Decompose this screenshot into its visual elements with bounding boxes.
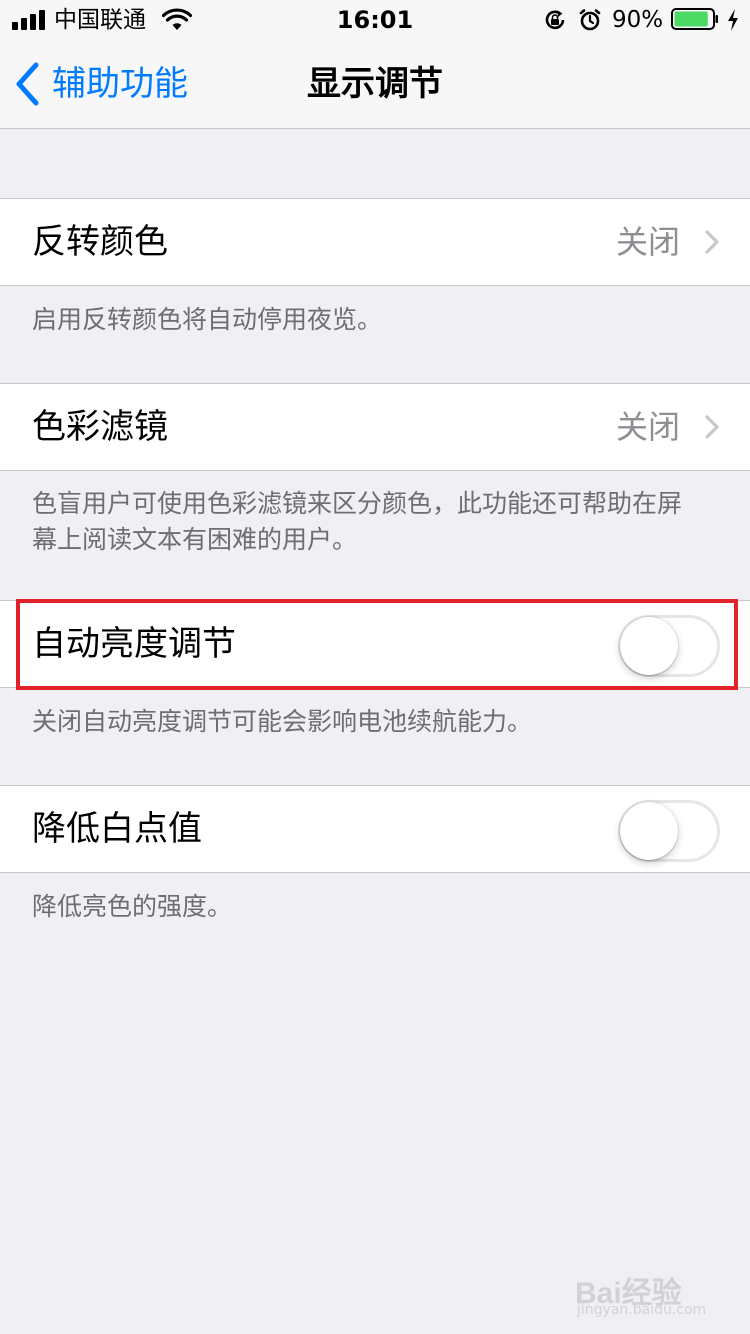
page-title: 显示调节 (307, 64, 443, 104)
invert-colors-footer: 启用反转颜色将自动停用夜览。 (32, 305, 383, 334)
color-filters-value: 关闭 (615, 408, 680, 446)
orientation-lock-icon (545, 10, 565, 30)
charging-bolt-icon (728, 9, 738, 31)
battery-icon (671, 8, 718, 30)
chevron-right-icon (705, 230, 719, 254)
invert-colors-label: 反转颜色 (32, 222, 168, 262)
auto-brightness-label: 自动亮度调节 (32, 624, 236, 664)
toggle-knob (620, 617, 678, 675)
color-filters-row[interactable]: 色彩滤镜 关闭 (0, 383, 750, 471)
auto-brightness-toggle[interactable] (618, 615, 720, 677)
battery-percent: 90% (612, 7, 664, 33)
invert-colors-value: 关闭 (615, 223, 680, 261)
color-filters-label: 色彩滤镜 (32, 407, 168, 447)
alarm-icon (579, 9, 601, 31)
color-filters-footer-line2: 幕上阅读文本有困难的用户。 (32, 525, 358, 554)
baidu-watermark: Bai经验 jingyan.baidu.com (575, 1250, 725, 1320)
reduce-white-point-toggle[interactable] (618, 800, 720, 862)
reduce-white-point-footer: 降低亮色的强度。 (32, 892, 233, 921)
navigation-bar: 辅助功能 显示调节 (0, 40, 750, 129)
auto-brightness-row: 自动亮度调节 (0, 600, 750, 688)
auto-brightness-footer: 关闭自动亮度调节可能会影响电池续航能力。 (32, 707, 533, 736)
color-filters-footer-line1: 色盲用户可使用色彩滤镜来区分颜色，此功能还可帮助在屏 (32, 489, 683, 518)
reduce-white-point-row: 降低白点值 (0, 785, 750, 873)
color-filters-footer: 色盲用户可使用色彩滤镜来区分颜色，此功能还可帮助在屏 幕上阅读文本有困难的用户。 (32, 486, 732, 558)
reduce-white-point-label: 降低白点值 (32, 809, 202, 849)
chevron-right-icon (705, 415, 719, 439)
toggle-knob (620, 802, 678, 860)
watermark-url: jingyan.baidu.com (577, 1302, 707, 1318)
invert-colors-row[interactable]: 反转颜色 关闭 (0, 198, 750, 286)
status-bar: 中国联通 16:01 90% (0, 0, 750, 40)
